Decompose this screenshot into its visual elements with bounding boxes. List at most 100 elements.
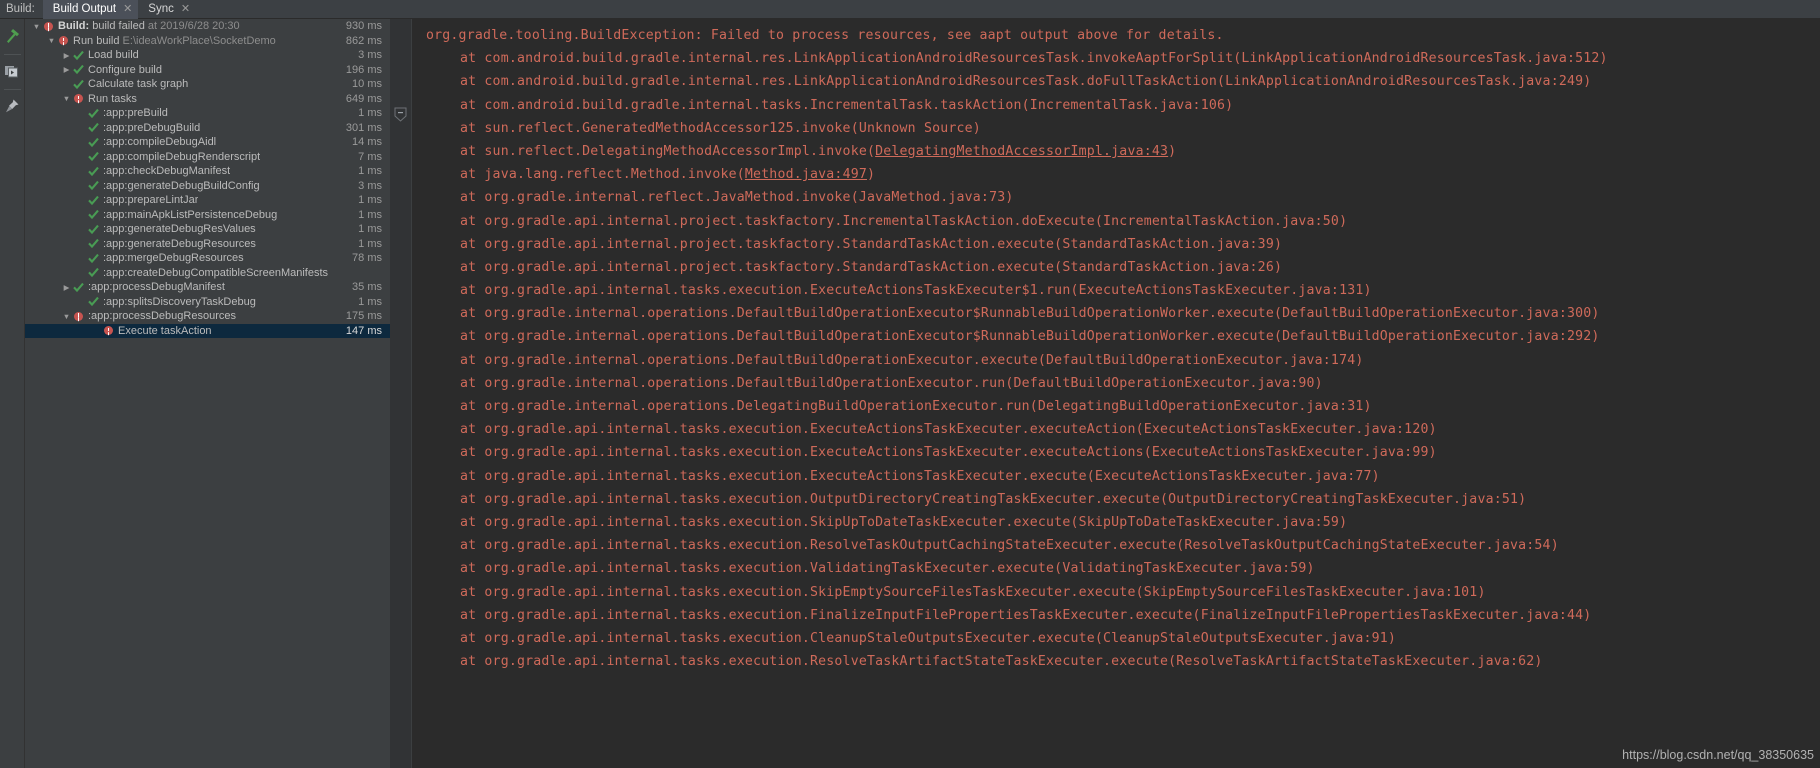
stack-trace-line: at org.gradle.api.internal.project.taskf… <box>460 236 1283 252</box>
build-tree[interactable]: ▼ Build: build failed at 2019/6/28 20:30 9… <box>25 19 390 768</box>
expand-arrow-open-icon[interactable]: ▼ <box>61 312 72 321</box>
fold-collapse-icon[interactable] <box>394 107 407 122</box>
tree-row[interactable]: ▶ Calculate task graph 10 ms <box>25 77 390 92</box>
tree-row-label: :app:preBuild <box>103 107 168 119</box>
close-icon[interactable]: ✕ <box>181 3 190 15</box>
tree-row[interactable]: ▶:app:checkDebugManifest 1 ms <box>25 164 390 179</box>
console-icon[interactable] <box>1 60 23 82</box>
success-check-icon <box>87 180 100 191</box>
tree-row[interactable]: ▶ Load build 3 ms <box>25 48 390 63</box>
stack-trace-line: at org.gradle.api.internal.tasks.executi… <box>460 422 1437 438</box>
tab-sync[interactable]: Sync ✕ <box>138 0 196 19</box>
success-check-icon <box>72 50 85 61</box>
tree-row[interactable]: ▼ Run build E:\ideaWorkPlace\SocketDemo 86… <box>25 34 390 49</box>
stack-trace-line: at org.gradle.internal.operations.Defaul… <box>460 329 1600 345</box>
tree-row[interactable]: ▶ :app:prepareLintJar 1 ms <box>25 193 390 208</box>
success-check-icon <box>87 108 100 119</box>
left-toolbar <box>0 19 25 768</box>
stack-trace-line[interactable]: at java.lang.reflect.Method.invoke(Metho… <box>412 163 1820 186</box>
success-check-icon <box>87 195 100 206</box>
expand-arrow-closed-icon[interactable]: ▶ <box>61 51 72 60</box>
expand-arrow-none: ▶ <box>76 110 87 118</box>
success-check-icon <box>87 253 100 264</box>
expand-arrow-none: ▶ <box>76 168 87 176</box>
tab-build-output[interactable]: Build Output ✕ <box>42 0 139 19</box>
pin-icon[interactable] <box>1 95 23 117</box>
expand-arrow-none: ▶ <box>76 255 87 263</box>
close-icon[interactable]: ✕ <box>123 3 132 15</box>
expand-arrow-none: ▶ <box>76 298 87 306</box>
stack-trace-line: at org.gradle.api.internal.tasks.executi… <box>460 514 1348 530</box>
expand-arrow-none: ▶ <box>76 269 87 277</box>
tree-row-duration: 1 ms <box>358 223 382 235</box>
stack-trace-link[interactable]: DelegatingMethodAccessorImpl.java:43 <box>875 144 1168 159</box>
expand-arrow-open-icon[interactable]: ▼ <box>61 95 72 103</box>
error-icon <box>57 36 70 46</box>
tree-row[interactable]: ▶:app:processDebugManifest 35 ms <box>25 280 390 295</box>
tree-row[interactable]: ▼ Run tasks 649 ms <box>25 92 390 107</box>
tree-row[interactable]: ▶:app:compileDebugRenderscript 7 ms <box>25 150 390 165</box>
stack-trace-line[interactable]: at sun.reflect.DelegatingMethodAccessorI… <box>412 140 1820 163</box>
expand-arrow-none: ▶ <box>76 226 87 234</box>
tree-row[interactable]: ▶:app:mainApkListPersistenceDebug 1 ms <box>25 208 390 223</box>
tree-row-label: :app:prepareLintJar <box>103 194 199 206</box>
tree-row-duration: 3 ms <box>358 49 382 61</box>
stack-trace-line: at com.android.build.gradle.internal.tas… <box>460 97 1234 113</box>
tree-row-label: Load build <box>88 49 139 61</box>
stack-trace-line: at com.android.build.gradle.internal.res… <box>460 51 1608 67</box>
toolbar-divider <box>3 89 21 90</box>
tree-row[interactable]: ▼ Build: build failed at 2019/6/28 20:30 9… <box>25 19 390 34</box>
success-check-icon <box>87 296 100 307</box>
tree-row[interactable]: ▶:app:preBuild 1 ms <box>25 106 390 121</box>
expand-arrow-none: ▶ <box>76 211 87 219</box>
tree-row[interactable]: ▶:app:generateDebugBuildConfig 3 ms <box>25 179 390 194</box>
build-tool-window-label: Build: <box>6 2 35 15</box>
stack-trace-line: at org.gradle.api.internal.tasks.executi… <box>460 607 1592 623</box>
success-check-icon <box>87 122 100 133</box>
success-check-icon <box>87 209 100 220</box>
tree-row-label: Run tasks <box>88 92 137 105</box>
expand-arrow-none: ▶ <box>76 153 87 161</box>
console-panel[interactable]: org.gradle.tooling.BuildException: Faile… <box>390 19 1820 768</box>
build-output-window: Build: Build Output ✕ Sync ✕ ▼ Build: bu… <box>0 0 1820 768</box>
tree-row-duration: 147 ms <box>345 324 382 337</box>
error-icon <box>42 21 55 31</box>
error-icon <box>102 326 115 336</box>
tree-row-label: :app:compileDebugRenderscript <box>103 150 261 163</box>
tree-row[interactable]: ▶ :app:createDebugCompatibleScreenManifes… <box>25 266 390 281</box>
expand-arrow-closed-icon[interactable]: ▶ <box>61 66 72 74</box>
stack-trace-line: at org.gradle.api.internal.tasks.executi… <box>460 630 1397 646</box>
expand-arrow-none: ▶ <box>76 197 87 205</box>
stack-trace-line: at org.gradle.internal.reflect.JavaMetho… <box>460 190 1014 206</box>
tree-row-label: Build: build failed at 2019/6/28 20:30 <box>58 20 240 32</box>
tree-row-label: :app:createDebugCompatibleScreenManifest… <box>103 266 329 279</box>
expand-arrow-open-icon[interactable]: ▼ <box>46 37 57 45</box>
stack-trace-line: at org.gradle.api.internal.tasks.executi… <box>460 654 1543 670</box>
tree-row[interactable]: ▶:app:splitsDiscoveryTaskDebug 1 ms <box>25 295 390 310</box>
tree-row-duration: 196 ms <box>345 63 382 76</box>
tree-row[interactable]: ▼:app:processDebugResources 175 ms <box>25 309 390 324</box>
tree-row-duration: 1 ms <box>358 194 382 206</box>
tree-row[interactable]: ▶ Configure build 196 ms <box>25 63 390 78</box>
tree-row-label: Calculate task graph <box>88 78 189 90</box>
expand-arrow-open-icon[interactable]: ▼ <box>31 22 42 31</box>
tree-row[interactable]: ▶:app:generateDebugResValues 1 ms <box>25 222 390 237</box>
tree-row-duration: 10 ms <box>352 78 382 90</box>
hammer-icon[interactable] <box>1 25 23 47</box>
expand-arrow-closed-icon[interactable]: ▶ <box>61 283 72 292</box>
tree-row[interactable]: ▶:app:compileDebugAidl 14 ms <box>25 135 390 150</box>
tree-row-duration: 649 ms <box>345 92 382 105</box>
tree-row-duration: 1 ms <box>358 208 382 221</box>
console-gutter <box>390 19 412 768</box>
tree-row-label: :app:checkDebugManifest <box>103 165 231 177</box>
tree-row-label: :app:mergeDebugResources <box>103 252 244 264</box>
stack-trace-line: at org.gradle.api.internal.project.taskf… <box>460 213 1348 229</box>
tree-row[interactable]: ▶:app:generateDebugResources 1 ms <box>25 237 390 252</box>
tree-row[interactable]: ▶ Execute taskAction 147 ms <box>25 323 390 338</box>
tree-row[interactable]: ▶ :app:mergeDebugResources 78 ms <box>25 251 390 266</box>
stack-trace-link[interactable]: Method.java:497 <box>745 167 867 182</box>
tree-row-duration: 35 ms <box>352 281 382 293</box>
tree-row-duration: 78 ms <box>352 252 382 264</box>
tree-row[interactable]: ▶:app:preDebugBuild 301 ms <box>25 121 390 136</box>
tab-bar: Build: Build Output ✕ Sync ✕ <box>0 0 1820 19</box>
